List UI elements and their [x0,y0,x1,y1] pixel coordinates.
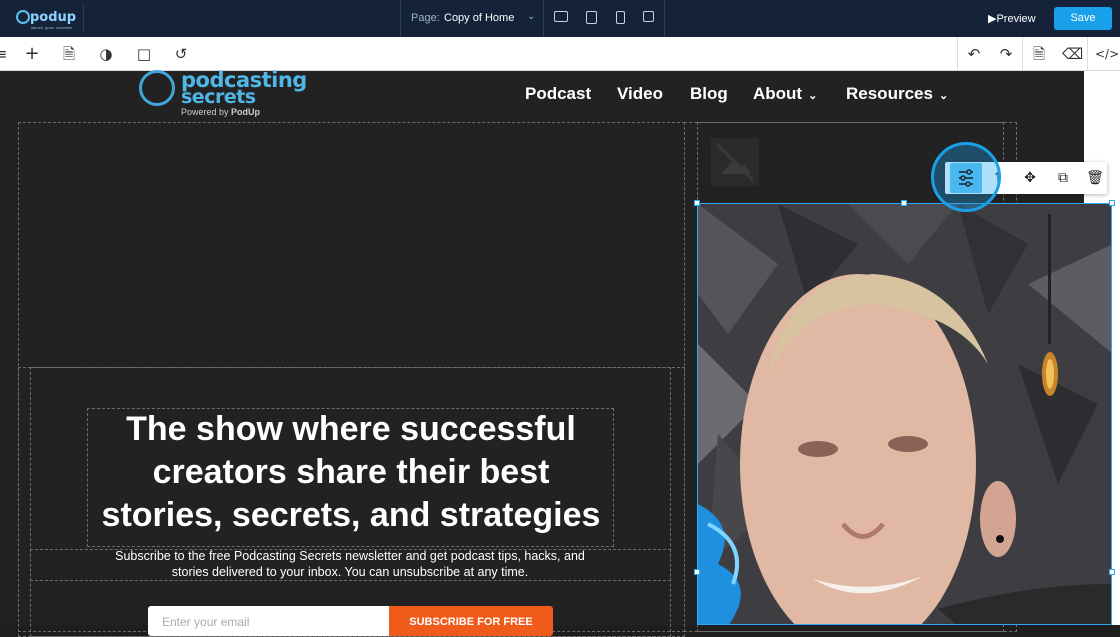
chevron-down-icon: ⌄ [527,11,536,22]
nav-item-resources-label: Resources [846,84,933,103]
chevron-down-icon: ⌄ [938,90,949,102]
resize-handle[interactable] [1109,200,1115,206]
settings-sliders-icon [959,169,973,187]
nav-item-about[interactable]: About ⌄ [753,84,817,104]
podup-logo-tagline: launch. grow. monetize. [31,25,74,30]
image-placeholder-icon[interactable] [711,138,759,186]
resize-handle[interactable] [694,200,700,206]
undo-icon[interactable]: ↶ [965,45,983,63]
podup-logo-icon [16,10,30,24]
resize-handle[interactable] [901,200,907,206]
duplicate-icon[interactable]: ⧉ [1053,168,1073,188]
page-selector-value: Copy of Home [444,12,515,24]
microphone-icon [139,70,175,106]
preview-button[interactable]: ▶Preview [988,12,1036,25]
nav-item-resources[interactable]: Resources ⌄ [846,84,948,104]
site-logo[interactable]: podcasting secrets Powered by PodUp [139,68,309,120]
plus-icon[interactable]: + [23,45,41,63]
eraser-icon[interactable]: ⌫ [1062,45,1083,63]
toolbar-divider [1022,37,1023,71]
desktop-icon[interactable] [554,11,568,22]
nav-item-about-label: About [753,84,803,103]
redo-icon[interactable]: ↷ [997,45,1015,63]
podup-logo[interactable]: podup launch. grow. monetize. [8,4,84,32]
hero-subtext[interactable]: Subscribe to the free Podcasting Secrets… [100,548,600,580]
save-button[interactable]: Save [1054,7,1112,30]
site-logo-line2: secrets [181,86,256,108]
tablet-icon[interactable] [616,11,625,24]
resize-handle[interactable] [694,569,700,575]
preview-label: Preview [996,13,1036,25]
settings-sliders-button[interactable] [950,163,982,193]
hero-headline[interactable]: The show where successful creators share… [88,408,614,537]
site-logo-powered-brand: PodUp [231,107,261,117]
editor-toolbar: ≡ + 🗎 ◑ □ ↺ ↶ ↷ 🗎 ⌫ </> [0,37,1120,71]
editor-topbar: podup launch. grow. monetize. Page: Copy… [0,0,1120,37]
host-photo[interactable] [697,203,1112,625]
hamburger-icon[interactable]: ≡ [0,45,10,63]
nav-item-video[interactable]: Video [617,84,663,104]
site-logo-powered-text: Powered by [181,107,232,117]
toolbar-divider [957,37,958,71]
move-icon[interactable]: ✥ [1020,168,1040,188]
subscribe-button[interactable]: SUBSCRIBE FOR FREE [389,606,553,636]
mobile-icon[interactable] [643,11,654,22]
laptop-icon[interactable] [586,11,597,24]
resize-handle[interactable] [1109,569,1115,575]
toolbar-divider [1087,37,1088,71]
email-input[interactable]: Enter your email [148,606,390,636]
code-icon[interactable]: </> [1095,45,1119,63]
chevron-down-icon: ⌄ [808,90,818,102]
page-selector[interactable]: Page: Copy of Home ⌄ [400,0,544,37]
site-logo-powered: Powered by PodUp [181,107,260,117]
nav-item-podcast[interactable]: Podcast [525,84,591,104]
export-icon[interactable]: 🗎 [1030,45,1048,63]
bookmark-icon[interactable]: □ [135,45,153,63]
palette-icon[interactable]: ◑ [97,45,115,63]
delete-icon[interactable]: 🗑 [1085,168,1105,188]
nav-item-blog[interactable]: Blog [690,84,728,104]
page-selector-label: Page: [411,12,440,24]
podup-logo-text: podup [30,10,77,25]
device-switcher [545,0,665,37]
history-icon[interactable]: ↺ [172,45,190,63]
page-icon[interactable]: 🗎 [60,45,78,63]
